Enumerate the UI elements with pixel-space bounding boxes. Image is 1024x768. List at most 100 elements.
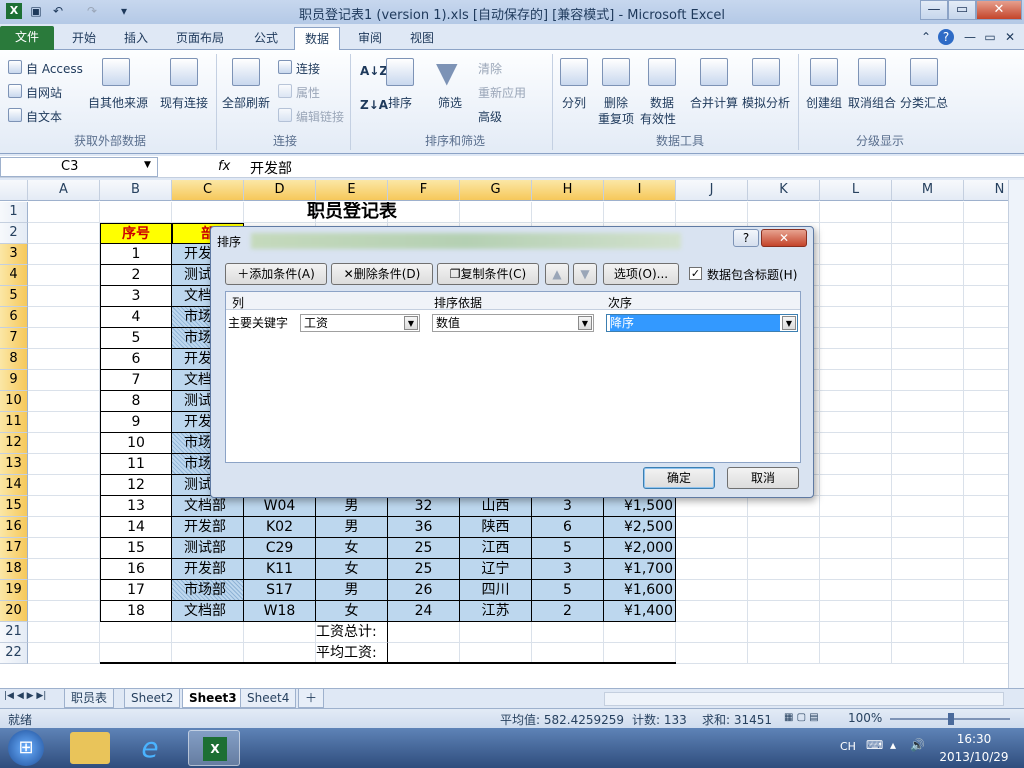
sort-column-select[interactable]: 工资 ▼ bbox=[300, 314, 420, 332]
grid-cell[interactable] bbox=[244, 643, 316, 664]
grid-cell[interactable] bbox=[28, 496, 100, 517]
table-cell-f[interactable]: 25 bbox=[388, 559, 460, 580]
row-header[interactable]: 11 bbox=[0, 412, 28, 433]
grid-cell[interactable] bbox=[964, 370, 1008, 391]
row-header[interactable]: 19 bbox=[0, 580, 28, 601]
column-header-c[interactable]: C bbox=[172, 180, 244, 201]
existing-connections-button[interactable]: 现有连接 bbox=[160, 94, 208, 111]
grid-cell[interactable] bbox=[460, 643, 532, 664]
workbook-minimize-icon[interactable]: — bbox=[962, 29, 978, 45]
refresh-all-button[interactable]: 全部刷新 bbox=[222, 94, 270, 111]
horizontal-scrollbar[interactable] bbox=[604, 692, 1004, 706]
row-header[interactable]: 22 bbox=[0, 643, 28, 664]
table-cell-d[interactable]: K02 bbox=[244, 517, 316, 538]
sheet-tab-sheet4[interactable]: Sheet4 bbox=[240, 689, 297, 708]
grid-cell[interactable] bbox=[100, 202, 172, 223]
column-header-n[interactable]: N bbox=[964, 180, 1008, 201]
view-mode-icons[interactable]: ▦ ▢ ▤ bbox=[784, 712, 834, 726]
grid-cell[interactable] bbox=[604, 622, 676, 643]
grid-cell[interactable] bbox=[964, 622, 1008, 643]
grid-cell[interactable] bbox=[748, 643, 820, 664]
row-header[interactable]: 4 bbox=[0, 265, 28, 286]
advanced-filter-button[interactable]: 高级 bbox=[478, 108, 502, 125]
remove-duplicates-button-line2[interactable]: 重复项 bbox=[598, 110, 634, 127]
grid-cell[interactable] bbox=[28, 454, 100, 475]
table-cell-e[interactable]: 女 bbox=[316, 538, 388, 559]
table-cell-b[interactable]: 15 bbox=[100, 538, 172, 559]
grid-cell[interactable] bbox=[820, 580, 892, 601]
column-header-b[interactable]: B bbox=[100, 180, 172, 201]
data-validation-button-line2[interactable]: 有效性 bbox=[640, 110, 676, 127]
grid-cell[interactable] bbox=[964, 412, 1008, 433]
grid-cell[interactable] bbox=[892, 475, 964, 496]
tab-view[interactable]: 视图 bbox=[400, 27, 444, 50]
grid-cell[interactable] bbox=[28, 538, 100, 559]
row-header[interactable]: 13 bbox=[0, 454, 28, 475]
grid-cell[interactable] bbox=[676, 202, 748, 223]
table-cell-g[interactable]: 江苏 bbox=[460, 601, 532, 622]
name-box-dropdown-icon[interactable]: ▼ bbox=[144, 160, 151, 170]
options-button[interactable]: 选项(O)... bbox=[603, 263, 679, 285]
delete-level-button[interactable]: ✕删除条件(D) bbox=[331, 263, 433, 285]
table-cell-f[interactable]: 36 bbox=[388, 517, 460, 538]
table-cell-b[interactable]: 9 bbox=[100, 412, 172, 433]
data-validation-button[interactable]: 数据 bbox=[650, 94, 674, 111]
column-header-f[interactable]: F bbox=[388, 180, 460, 201]
row-header[interactable]: 2 bbox=[0, 223, 28, 244]
table-cell-c[interactable]: 开发部 bbox=[172, 517, 244, 538]
grid-cell[interactable] bbox=[892, 559, 964, 580]
grid-cell[interactable] bbox=[388, 643, 460, 664]
table-cell-b[interactable]: 2 bbox=[100, 265, 172, 286]
grid-cell[interactable] bbox=[820, 538, 892, 559]
grid-cell[interactable] bbox=[820, 265, 892, 286]
table-cell-d[interactable]: S17 bbox=[244, 580, 316, 601]
grid-cell[interactable] bbox=[892, 328, 964, 349]
grid-cell[interactable] bbox=[28, 265, 100, 286]
grid-cell[interactable] bbox=[892, 370, 964, 391]
table-cell-b[interactable]: 18 bbox=[100, 601, 172, 622]
explorer-icon[interactable] bbox=[70, 732, 110, 764]
select-all-corner[interactable] bbox=[0, 180, 28, 201]
row-header[interactable]: 12 bbox=[0, 433, 28, 454]
tab-data[interactable]: 数据 bbox=[294, 27, 341, 51]
grid-cell[interactable] bbox=[532, 202, 604, 223]
grid-cell[interactable] bbox=[964, 580, 1008, 601]
row-header[interactable]: 1 bbox=[0, 202, 28, 223]
table-cell-e[interactable]: 男 bbox=[316, 496, 388, 517]
row-header[interactable]: 8 bbox=[0, 349, 28, 370]
grid-cell[interactable] bbox=[748, 538, 820, 559]
grid-cell[interactable] bbox=[892, 286, 964, 307]
grid-cell[interactable] bbox=[172, 202, 244, 223]
table-cell-h[interactable]: 5 bbox=[532, 538, 604, 559]
connections-button[interactable]: 连接 bbox=[296, 60, 320, 77]
grid-cell[interactable] bbox=[820, 496, 892, 517]
grid-cell[interactable] bbox=[892, 307, 964, 328]
table-cell-c[interactable]: 开发部 bbox=[172, 559, 244, 580]
table-cell-i[interactable]: ¥1,600 bbox=[604, 580, 676, 601]
clock-time[interactable]: 16:30 bbox=[944, 732, 1004, 746]
row-header[interactable]: 7 bbox=[0, 328, 28, 349]
column-header-a[interactable]: A bbox=[28, 180, 100, 201]
table-cell-d[interactable]: K11 bbox=[244, 559, 316, 580]
grid-cell[interactable] bbox=[676, 580, 748, 601]
grid-cell[interactable] bbox=[388, 622, 460, 643]
table-cell-f[interactable]: 26 bbox=[388, 580, 460, 601]
grid-cell[interactable] bbox=[964, 517, 1008, 538]
grid-cell[interactable] bbox=[28, 433, 100, 454]
workbook-restore-icon[interactable]: ▭ bbox=[982, 29, 998, 45]
table-cell-g[interactable]: 陕西 bbox=[460, 517, 532, 538]
sort-button[interactable]: 排序 bbox=[388, 94, 412, 111]
close-button[interactable]: ✕ bbox=[976, 0, 1022, 20]
tab-page-layout[interactable]: 页面布局 bbox=[166, 27, 234, 50]
grid-cell[interactable] bbox=[748, 496, 820, 517]
grid-cell[interactable] bbox=[748, 202, 820, 223]
grid-cell[interactable] bbox=[28, 475, 100, 496]
grid-cell[interactable] bbox=[892, 580, 964, 601]
formula-input[interactable]: 开发部 bbox=[250, 158, 292, 178]
grid-cell[interactable] bbox=[820, 517, 892, 538]
grid-cell[interactable] bbox=[676, 559, 748, 580]
grid-cell[interactable] bbox=[28, 622, 100, 643]
grid-cell[interactable] bbox=[28, 580, 100, 601]
column-header-m[interactable]: M bbox=[892, 180, 964, 201]
add-level-button[interactable]: ＋添加条件(A) bbox=[225, 263, 327, 285]
